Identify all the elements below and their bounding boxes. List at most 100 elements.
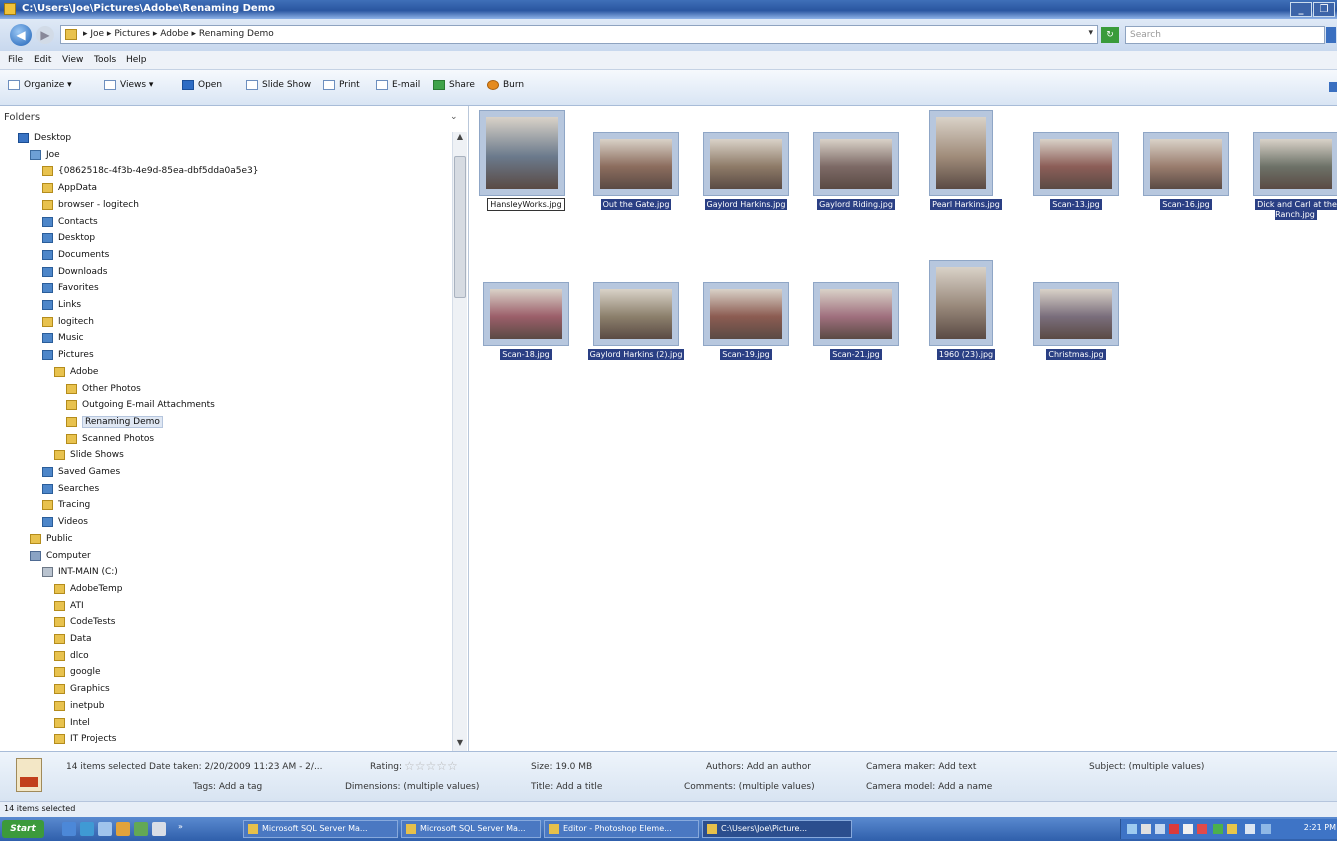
folder-tree-item[interactable]: Slide Shows — [54, 447, 124, 463]
menu-view[interactable]: View — [62, 55, 83, 65]
size-field: Size: 19.0 MB — [531, 762, 593, 772]
scrollbar-thumb[interactable] — [454, 156, 466, 298]
folder-tree-item[interactable]: Contacts — [42, 214, 98, 230]
title-field[interactable]: Title: Add a title — [531, 782, 602, 792]
folder-tree-item[interactable]: Data — [54, 631, 92, 647]
breadcrumb[interactable]: ▸ Joe ▸ Pictures ▸ Adobe ▸ Renaming Demo — [83, 29, 274, 39]
menu-edit[interactable]: Edit — [34, 55, 51, 65]
print-button[interactable]: Print — [323, 80, 360, 90]
folder-tree-item[interactable]: inetpub — [54, 698, 104, 714]
tray-icon[interactable] — [1155, 824, 1165, 834]
tray-icon[interactable] — [1213, 824, 1223, 834]
subject-field[interactable]: Subject: (multiple values) — [1089, 762, 1204, 772]
folder-tree-item[interactable]: AppData — [42, 180, 97, 196]
slideshow-button[interactable]: Slide Show — [246, 80, 311, 90]
scroll-down-arrow-icon[interactable]: ▼ — [454, 738, 466, 750]
folder-tree-item[interactable]: dlco — [54, 648, 89, 664]
folder-pane-scrollbar[interactable]: ▲ ▼ — [452, 132, 467, 751]
tray-icon[interactable] — [1169, 824, 1179, 834]
folder-tree-item[interactable]: Desktop — [18, 130, 71, 146]
tags-field[interactable]: Tags: Add a tag — [193, 782, 262, 792]
help-icon[interactable] — [1329, 82, 1337, 92]
scroll-up-arrow-icon[interactable]: ▲ — [454, 132, 466, 144]
camera-model-field[interactable]: Camera model: Add a name — [866, 782, 992, 792]
task-sql-server-2[interactable]: Microsoft SQL Server Ma... — [401, 820, 541, 838]
status-bar: 14 items selected — [0, 801, 1337, 818]
quick-launch-icon[interactable] — [134, 822, 148, 836]
folder-tree-item[interactable]: Music — [42, 330, 84, 346]
network-icon[interactable] — [1127, 824, 1137, 834]
folder-tree-item[interactable]: INT-MAIN (C:) — [42, 564, 118, 580]
email-button[interactable]: E-mail — [376, 80, 420, 90]
internet-explorer-icon[interactable] — [80, 822, 94, 836]
folder-tree-item[interactable]: Other Photos — [66, 381, 141, 397]
java-icon[interactable] — [116, 822, 130, 836]
organize-button[interactable]: Organize ▾ — [8, 80, 72, 90]
folder-tree-item[interactable]: browser - logitech — [42, 197, 139, 213]
folder-tree-item[interactable]: Computer — [30, 548, 91, 564]
chevron-down-icon[interactable]: ▾ — [1088, 28, 1093, 38]
forward-button[interactable]: ▶ — [36, 26, 54, 44]
folder-tree-item[interactable]: Links — [42, 297, 81, 313]
comments-field[interactable]: Comments: (multiple values) — [684, 782, 815, 792]
camera-maker-field[interactable]: Camera maker: Add text — [866, 762, 976, 772]
quick-launch-overflow-icon[interactable]: » — [178, 822, 186, 836]
folder-tree-item[interactable]: ATI — [54, 598, 84, 614]
folder-tree-item[interactable]: AdobeTemp — [54, 581, 122, 597]
folder-tree-item[interactable]: Public — [30, 531, 73, 547]
minimize-button[interactable]: _ — [1290, 2, 1312, 17]
tray-icon[interactable] — [1141, 824, 1151, 834]
folder-tree-item[interactable]: Intel — [54, 715, 90, 731]
folder-tree-item[interactable]: google — [54, 664, 100, 680]
switch-windows-icon[interactable] — [98, 822, 112, 836]
chevron-down-icon[interactable]: ⌄ — [450, 112, 458, 122]
volume-icon[interactable] — [1245, 824, 1255, 834]
tray-icon[interactable] — [1227, 824, 1237, 834]
folder-tree-item[interactable]: Pictures — [42, 347, 94, 363]
folder-tree-item[interactable]: Adobe — [54, 364, 98, 380]
folders-header[interactable]: Folders — [4, 112, 40, 123]
quick-launch-icon[interactable] — [152, 822, 166, 836]
folder-tree-item[interactable]: Searches — [42, 481, 99, 497]
back-button[interactable]: ◀ — [10, 24, 32, 46]
folder-tree-item[interactable]: Downloads — [42, 264, 107, 280]
folder-tree-item[interactable]: Renaming Demo — [66, 414, 163, 430]
tray-icon[interactable] — [1261, 824, 1271, 834]
menu-help[interactable]: Help — [126, 55, 147, 65]
search-icon[interactable] — [1326, 27, 1336, 43]
folder-tree-item[interactable]: logitech — [42, 314, 94, 330]
folder-tree-item[interactable]: IT Projects — [54, 731, 117, 747]
address-bar[interactable]: ▸ Joe ▸ Pictures ▸ Adobe ▸ Renaming Demo… — [60, 25, 1098, 44]
task-explorer-window[interactable]: C:\Users\Joe\Picture... — [702, 820, 852, 838]
tray-icon[interactable] — [1183, 824, 1193, 834]
authors-field[interactable]: Authors: Add an author — [706, 762, 811, 772]
folder-tree-item[interactable]: Favorites — [42, 280, 99, 296]
maximize-button[interactable]: ❐ — [1313, 2, 1335, 17]
folder-tree-item[interactable]: Joe — [30, 147, 60, 163]
views-button[interactable]: Views ▾ — [104, 80, 153, 90]
menu-tools[interactable]: Tools — [94, 55, 116, 65]
folder-icon — [66, 383, 77, 394]
menu-file[interactable]: File — [8, 55, 23, 65]
search-input[interactable]: Search — [1125, 26, 1325, 44]
start-button[interactable]: Start — [2, 820, 44, 838]
folder-tree-item[interactable]: Videos — [42, 514, 88, 530]
refresh-icon[interactable]: ↻ — [1101, 27, 1119, 43]
burn-button[interactable]: Burn — [487, 80, 524, 90]
folder-tree-item[interactable]: Tracing — [42, 497, 90, 513]
share-button[interactable]: Share — [433, 80, 475, 90]
task-sql-server-1[interactable]: Microsoft SQL Server Ma... — [243, 820, 398, 838]
folder-tree-item[interactable]: Desktop — [42, 230, 95, 246]
folder-tree-item[interactable]: Documents — [42, 247, 109, 263]
folder-tree-item[interactable]: CodeTests — [54, 614, 115, 630]
folder-tree-item[interactable]: Saved Games — [42, 464, 120, 480]
tray-icon[interactable] — [1197, 824, 1207, 834]
rating-stars[interactable]: ☆☆☆☆☆ — [404, 759, 458, 773]
show-desktop-icon[interactable] — [62, 822, 76, 836]
open-button[interactable]: Open — [182, 80, 222, 90]
folder-tree-item[interactable]: Graphics — [54, 681, 110, 697]
folder-tree-item[interactable]: {0862518c-4f3b-4e9d-85ea-dbf5dda0a5e3} — [42, 163, 259, 179]
task-photoshop-elements[interactable]: Editor - Photoshop Eleme... — [544, 820, 699, 838]
folder-tree-item[interactable]: Outgoing E-mail Attachments — [66, 397, 215, 413]
folder-tree-item[interactable]: Scanned Photos — [66, 431, 154, 447]
